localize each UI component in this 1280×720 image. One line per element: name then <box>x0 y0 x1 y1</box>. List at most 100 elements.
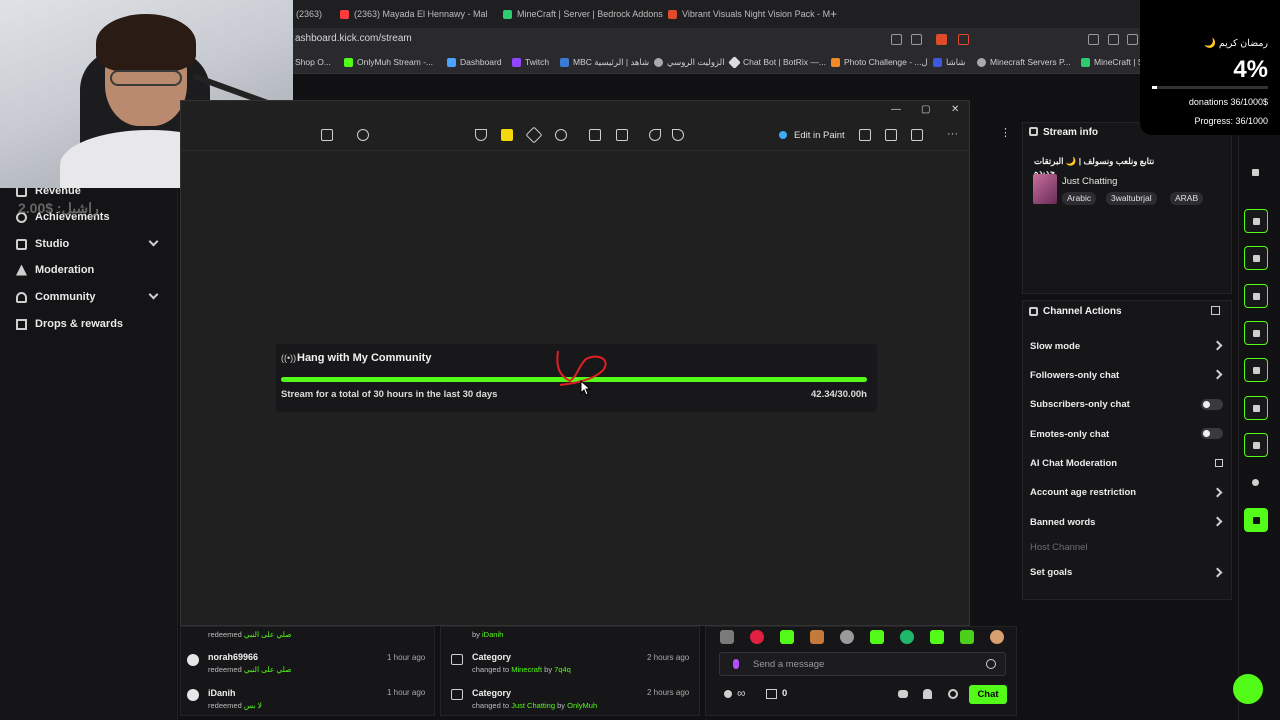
sidebar-icon[interactable] <box>1127 34 1138 45</box>
layout-icon[interactable] <box>1244 396 1268 420</box>
brave-shield-icon[interactable] <box>936 34 947 45</box>
chat-bubble-icon[interactable] <box>898 690 908 698</box>
snip-mode-icon[interactable] <box>321 129 333 141</box>
emote[interactable] <box>900 630 914 644</box>
overlay-percent: 4% <box>1233 56 1268 83</box>
emote[interactable] <box>720 630 734 644</box>
extension-icon[interactable] <box>1088 34 1099 45</box>
account-age-row[interactable]: Account age restriction <box>1030 487 1136 498</box>
bookmark[interactable]: Chat Bot | BotRix —... <box>728 55 826 69</box>
nav-drops-rewards[interactable]: Drops & rewards <box>16 318 123 330</box>
goal-count: 42.34/30.00h <box>811 389 867 400</box>
followers-only-row[interactable]: Followers-only chat <box>1030 370 1119 381</box>
highlighter-icon[interactable] <box>501 129 513 141</box>
slow-mode-row[interactable]: Slow mode <box>1030 341 1080 352</box>
emote[interactable] <box>960 630 974 644</box>
wrench-icon[interactable] <box>1244 433 1268 457</box>
share-icon[interactable] <box>911 129 923 141</box>
redeem-reward: صلي على النبي <box>243 630 292 639</box>
browser-tab[interactable]: MineCraft | Server | Bedrock Addons <box>503 6 663 22</box>
crop-icon[interactable] <box>589 129 601 141</box>
share-icon[interactable] <box>911 34 922 45</box>
copy-icon[interactable] <box>885 129 897 141</box>
bookmark[interactable]: Minecraft Servers P... <box>977 57 1071 67</box>
emotes-only-toggle[interactable] <box>1201 428 1223 439</box>
tag: ARAB <box>1170 192 1204 205</box>
mbc-icon <box>560 58 569 67</box>
redeem-user[interactable]: norah69966 <box>208 652 258 662</box>
pen-icon[interactable] <box>475 129 487 141</box>
timer-icon[interactable] <box>357 129 369 141</box>
nav-studio[interactable]: Studio <box>16 238 69 250</box>
mic-icon[interactable] <box>733 659 739 669</box>
redeem-action: redeemed صلي على النبي <box>208 665 292 674</box>
bookmark[interactable]: Twitch <box>512 57 549 67</box>
help-icon[interactable] <box>1233 674 1263 704</box>
popout-icon[interactable] <box>1211 306 1220 315</box>
bookmark-label: Chat Bot | BotRix —... <box>743 57 826 67</box>
bell-icon[interactable] <box>923 689 932 699</box>
mute-icon[interactable] <box>891 34 902 45</box>
shapes-icon[interactable] <box>555 129 567 141</box>
bookmark[interactable]: Shop O... <box>295 57 331 67</box>
broadcast-icon[interactable] <box>1244 358 1268 382</box>
chat-send-button[interactable]: Chat <box>969 685 1007 704</box>
bookmark[interactable]: شاشا <box>933 57 965 68</box>
bookmark[interactable]: OnlyMuh Stream -... <box>344 57 433 67</box>
bookmark[interactable]: الزوليت الروسي <box>654 57 725 68</box>
clapper-icon[interactable] <box>1244 508 1268 532</box>
more-icon[interactable]: ⋮ <box>1000 126 1011 139</box>
scan-icon[interactable] <box>1244 209 1268 233</box>
nav-moderation[interactable]: Moderation <box>16 264 94 276</box>
edit-in-paint-button[interactable]: Edit in Paint <box>794 130 845 141</box>
store-icon[interactable] <box>766 689 777 699</box>
bookmark[interactable]: MBC شاهد | الرئيسية <box>560 57 649 68</box>
bookmark[interactable]: MineCraft | S <box>1081 57 1143 67</box>
activity-by: by <box>544 665 553 674</box>
nav-community[interactable]: Community <box>16 291 96 303</box>
close-button[interactable]: ✕ <box>951 104 959 115</box>
maximize-button[interactable]: ▢ <box>921 104 930 115</box>
chat-bubble-icon[interactable] <box>1244 321 1268 345</box>
bookmark[interactable]: Photo Challenge - ...ل <box>831 57 928 68</box>
pencil-icon[interactable] <box>1244 161 1268 185</box>
redeem-user[interactable]: iDanih <box>208 688 236 698</box>
subscribers-only-toggle[interactable] <box>1201 399 1223 410</box>
puzzle-icon[interactable] <box>1108 34 1119 45</box>
new-tab-button[interactable]: + <box>830 6 837 22</box>
emoji-icon[interactable] <box>986 659 996 669</box>
gear-icon[interactable] <box>948 689 958 699</box>
more-options-button[interactable]: ··· <box>947 128 958 140</box>
url-field[interactable]: ashboard.kick.com/stream <box>295 33 412 44</box>
ai-moderation-row[interactable]: AI Chat Moderation <box>1030 458 1117 469</box>
channel-actions-title: Channel Actions <box>1043 306 1122 317</box>
emote[interactable] <box>990 630 1004 644</box>
overlay-donations: donations 36/1000$ <box>1188 97 1268 107</box>
document-icon[interactable] <box>1244 284 1268 308</box>
minimize-button[interactable]: — <box>891 104 901 115</box>
banned-words-row[interactable]: Banned words <box>1030 517 1095 528</box>
save-icon[interactable] <box>859 129 871 141</box>
dots-icon[interactable] <box>1244 471 1268 495</box>
emote[interactable] <box>840 630 854 644</box>
emote[interactable] <box>930 630 944 644</box>
chat-input[interactable]: Send a message <box>719 652 1006 676</box>
emote[interactable] <box>750 630 764 644</box>
infinity-icon[interactable]: ∞ <box>737 686 746 700</box>
bookmark[interactable]: Dashboard <box>447 57 502 67</box>
emote[interactable] <box>810 630 824 644</box>
browser-tab[interactable]: (2363) Mayada El Hennawy - Mal <box>340 6 488 22</box>
lightning-icon[interactable] <box>1244 246 1268 270</box>
text-actions-icon[interactable] <box>616 129 628 141</box>
redo-icon[interactable] <box>672 129 684 141</box>
bookmark-label: MineCraft | S <box>1094 57 1144 67</box>
external-link-icon[interactable] <box>1215 459 1223 467</box>
browser-tab[interactable]: Vibrant Visuals Night Vision Pack - M <box>668 6 830 22</box>
person-hair <box>96 14 196 72</box>
brave-rewards-icon[interactable] <box>958 34 969 45</box>
browser-tab[interactable]: (2363) <box>296 6 322 22</box>
emote[interactable] <box>870 630 884 644</box>
undo-icon[interactable] <box>649 129 661 141</box>
set-goals-row[interactable]: Set goals <box>1030 567 1072 578</box>
emote[interactable] <box>780 630 794 644</box>
